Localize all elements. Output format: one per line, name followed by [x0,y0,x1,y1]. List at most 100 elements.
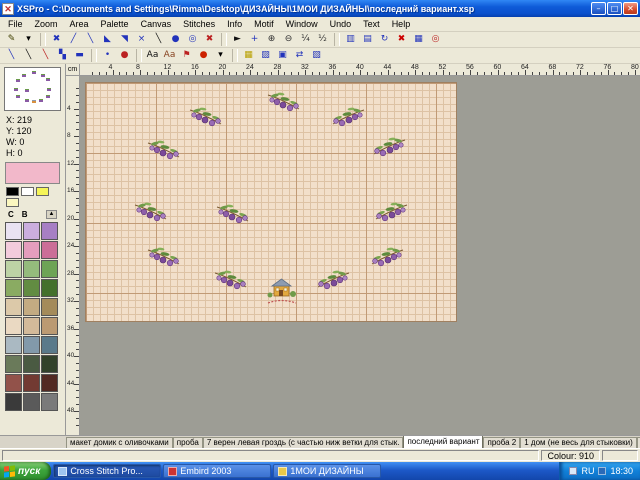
delete-button[interactable]: ✖ [393,32,410,47]
quick-swatch-1[interactable] [21,187,34,196]
palette-color-9[interactable] [5,279,22,297]
palette-color-5[interactable] [41,241,58,259]
full-stitch-tool[interactable]: ✖ [48,32,65,47]
palette-color-24[interactable] [5,374,22,392]
design-tab-1[interactable]: макет домик с оливочками [66,437,173,448]
thread-color-dropdown[interactable]: ▾ [212,48,229,63]
half-stitch-nw-tool[interactable]: ╲ [82,32,99,47]
palette-color-0[interactable] [5,222,22,240]
zoom-quarter-button[interactable]: ¼ [297,32,314,47]
swap-colors-button[interactable]: ⇄ [291,48,308,63]
mirror-horizontal-button[interactable]: ▥ [342,32,359,47]
select-tool[interactable]: ► [229,32,246,47]
palette-color-12[interactable] [5,298,22,316]
palette-color-28[interactable] [23,393,40,411]
palette-color-15[interactable] [5,317,22,335]
palette-color-4[interactable] [23,241,40,259]
design-preview[interactable] [4,67,61,111]
palette-color-26[interactable] [41,374,58,392]
palette-color-3[interactable] [5,241,22,259]
palette-color-19[interactable] [23,336,40,354]
palette-color-18[interactable] [5,336,22,354]
taskbar-task-1[interactable]: Cross Stitch Pro... [53,464,161,478]
thread-color-button[interactable]: ● [195,48,212,63]
quick-swatch-0[interactable] [6,187,19,196]
backstitch-medium-button[interactable]: ╲ [20,48,37,63]
tray-app-icon[interactable] [569,467,577,475]
cross-red-tool[interactable]: ✖ [201,32,218,47]
palette-color-7[interactable] [23,260,40,278]
palette-color-27[interactable] [5,393,22,411]
maximize-button[interactable]: □ [607,2,622,15]
stitch-grid[interactable] [85,82,457,322]
menu-item-text[interactable]: Text [357,18,386,30]
palette-scroll-up-button[interactable]: ▲ [46,210,57,219]
palette-color-13[interactable] [23,298,40,316]
menu-item-info[interactable]: Info [221,18,248,30]
backstitch-thick-button[interactable]: ╲ [37,48,54,63]
menu-item-motif[interactable]: Motif [248,18,280,30]
palette-color-21[interactable] [5,355,22,373]
close-button[interactable]: ✕ [623,2,638,15]
palette-color-11[interactable] [41,279,58,297]
backstitch-thin-button[interactable]: ╲ [3,48,20,63]
taskbar-task-3[interactable]: 1МОИ ДИЗАЙНЫ [273,464,381,478]
zoom-out-button[interactable]: ⊖ [280,32,297,47]
add-stitch-button[interactable]: + [246,32,263,47]
volume-icon[interactable] [598,467,606,475]
font-script-button[interactable]: Aa [161,48,178,63]
petite-stitch-tool[interactable]: × [133,32,150,47]
backstitch-tool[interactable]: ╲ [150,32,167,47]
quick-swatch-2[interactable] [36,187,49,196]
menu-item-canvas[interactable]: Canvas [135,18,178,30]
fabric-button[interactable]: ▨ [257,48,274,63]
knot-large-button[interactable]: ● [116,48,133,63]
palette-color-25[interactable] [23,374,40,392]
center-view-button[interactable]: ◎ [427,32,444,47]
menu-item-stitches[interactable]: Stitches [177,18,221,30]
menu-item-area[interactable]: Area [64,18,95,30]
palette-color-17[interactable] [41,317,58,335]
line-style-button[interactable]: ▬ [71,48,88,63]
title-bar[interactable]: ✕ XSPro - C:\Documents and Settings\Rimm… [0,0,640,17]
palette-color-29[interactable] [41,393,58,411]
taskbar-task-2[interactable]: Embird 2003 [163,464,271,478]
palette-color-2[interactable] [41,222,58,240]
quarter-stitch-tool[interactable]: ◣ [99,32,116,47]
backstitch-style-button[interactable]: ▚ [54,48,71,63]
bead-tool[interactable]: ◎ [184,32,201,47]
mirror-vertical-button[interactable]: ▤ [359,32,376,47]
design-tab-5[interactable]: проба 2 [483,437,520,448]
palette-grid-button[interactable]: ▦ [240,48,257,63]
palette-color-14[interactable] [41,298,58,316]
font-serif-button[interactable]: Aa [144,48,161,63]
french-knot-tool[interactable]: ● [167,32,184,47]
flag-button[interactable]: ⚑ [178,48,195,63]
half-stitch-ne-tool[interactable]: ╱ [65,32,82,47]
menu-item-window[interactable]: Window [280,18,324,30]
tool-dropdown[interactable]: ▾ [20,32,37,47]
menu-item-help[interactable]: Help [386,18,417,30]
design-tab-4[interactable]: последний вариант [403,435,483,448]
three-quarter-stitch-tool[interactable]: ◥ [116,32,133,47]
palette-color-20[interactable] [41,336,58,354]
pencil-tool[interactable]: ✎ [3,32,20,47]
palette-color-22[interactable] [23,355,40,373]
design-tab-3[interactable]: 7 верен левая гроздь (с частью ниж ветки… [203,437,404,448]
copy-motif-button[interactable]: ▣ [274,48,291,63]
language-indicator[interactable]: RU [581,466,594,476]
grid-toggle-button[interactable]: ▦ [410,32,427,47]
zoom-half-button[interactable]: ½ [314,32,331,47]
zoom-in-button[interactable]: ⊕ [263,32,280,47]
selected-color-swatch[interactable] [5,162,60,184]
info-view-button[interactable]: ▧ [308,48,325,63]
start-button[interactable]: пуск [0,462,51,480]
menu-item-zoom[interactable]: Zoom [29,18,64,30]
palette-color-1[interactable] [23,222,40,240]
palette-color-23[interactable] [41,355,58,373]
knot-small-button[interactable]: • [99,48,116,63]
menu-item-undo[interactable]: Undo [324,18,358,30]
palette-color-10[interactable] [23,279,40,297]
menu-item-file[interactable]: File [2,18,29,30]
design-tab-6[interactable]: 1 дом (не весь для стыковки) [520,437,637,448]
